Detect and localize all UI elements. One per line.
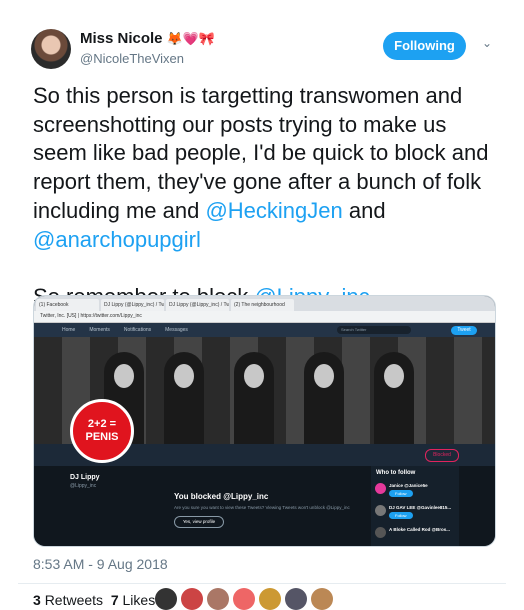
banner-figure xyxy=(374,352,414,447)
browser-tab: (1) Facebook xyxy=(36,299,99,311)
liker-avatar[interactable] xyxy=(233,588,255,610)
screenshot-search: Search Twitter xyxy=(337,326,411,334)
who-to-follow: Who to follow Janice @Janice5e Follow DJ… xyxy=(371,466,459,546)
blocked-subtitle: Are you sure you want to view these Twee… xyxy=(174,505,350,510)
suggestion-item: Janice @Janice5e Follow xyxy=(371,480,459,502)
tweet-timestamp[interactable]: 8:53 AM - 9 Aug 2018 xyxy=(33,556,168,572)
tweet-text-and: and xyxy=(342,197,386,223)
retweets-count[interactable]: 3 xyxy=(33,592,41,608)
nav-home: Home xyxy=(62,327,76,333)
liker-avatar[interactable] xyxy=(311,588,333,610)
browser-tab: DJ Lippy (@Lippy_inc) / Tw xyxy=(101,299,164,311)
banner-figure xyxy=(164,352,204,447)
tweet-text: So this person is targetting transwomen … xyxy=(33,82,503,312)
browser-tab: (2) The neighbourhood xyxy=(231,299,294,311)
suggestion-item: A Bloke Called Rod @Bros... xyxy=(371,524,459,546)
banner-figure xyxy=(234,352,274,447)
suggestion-name: DJ GAV LEE @Gavinlee815... xyxy=(389,505,452,510)
mention-anarchopupgirl[interactable]: @anarchopupgirl xyxy=(33,227,201,252)
author-handle[interactable]: @NicoleTheVixen xyxy=(80,51,184,66)
liker-avatar[interactable] xyxy=(207,588,229,610)
author-name[interactable]: Miss Nicole 🦊💗🎀 xyxy=(80,30,215,47)
liker-avatar[interactable] xyxy=(259,588,281,610)
author-avatar[interactable] xyxy=(31,29,71,69)
suggestion-name: Janice @Janice5e xyxy=(389,483,428,488)
tweet-image[interactable]: (1) Facebook DJ Lippy (@Lippy_inc) / Tw … xyxy=(33,295,496,547)
likes-count[interactable]: 7 xyxy=(111,592,119,608)
view-profile-button: Yes, view profile xyxy=(174,516,224,528)
banner-figure xyxy=(304,352,344,447)
tweet-stats: 3 Retweets 7 Likes xyxy=(33,592,155,608)
suggestion-name: A Bloke Called Rod @Bros... xyxy=(389,527,450,532)
profile-name: DJ Lippy xyxy=(70,474,100,481)
screenshot-tweet-button: Tweet xyxy=(451,325,477,335)
following-button[interactable]: Following xyxy=(383,32,466,60)
likers-avatars xyxy=(155,588,337,610)
author-emojis: 🦊💗🎀 xyxy=(166,31,216,46)
suggestion-avatar xyxy=(375,483,386,494)
liker-avatar[interactable] xyxy=(181,588,203,610)
browser-tabs: (1) Facebook DJ Lippy (@Lippy_inc) / Tw … xyxy=(34,296,495,311)
tweet-paragraph-1: So this person is targetting transwomen … xyxy=(33,82,503,254)
nav-moments: Moments xyxy=(89,327,110,333)
suggestion-avatar xyxy=(375,505,386,516)
suggestion-follow: Follow xyxy=(389,512,413,519)
likes-label[interactable]: Likes xyxy=(123,592,156,608)
nav-notifications: Notifications xyxy=(123,327,152,333)
profile-lower: DJ Lippy @Lippy_inc You blocked @Lippy_i… xyxy=(34,466,495,546)
profile-logo-text: 2+2 = PENIS xyxy=(85,418,119,443)
nav-messages: Messages xyxy=(165,327,188,333)
who-to-follow-title: Who to follow xyxy=(376,470,416,476)
suggestion-item: DJ GAV LEE @Gavinlee815... Follow xyxy=(371,502,459,524)
browser-address-bar: Twitter, Inc. [US] | https://twitter.com… xyxy=(34,311,495,323)
mention-heckingjen[interactable]: @HeckingJen xyxy=(205,198,342,223)
divider xyxy=(18,583,506,584)
blocked-title: You blocked @Lippy_inc xyxy=(174,492,269,501)
suggestion-follow: Follow xyxy=(389,490,413,497)
profile-handle: @Lippy_inc xyxy=(70,483,97,489)
browser-tab: DJ Lippy (@Lippy_inc) / Tw xyxy=(166,299,229,311)
profile-logo: 2+2 = PENIS xyxy=(70,399,134,463)
retweets-label[interactable]: Retweets xyxy=(45,592,103,608)
chevron-down-icon[interactable]: ⌄ xyxy=(482,36,492,50)
liker-avatar[interactable] xyxy=(155,588,177,610)
blocked-button: Blocked xyxy=(425,449,459,462)
screenshot-twitter-nav: Home Moments Notifications Messages Sear… xyxy=(34,323,495,337)
suggestion-avatar xyxy=(375,527,386,538)
liker-avatar[interactable] xyxy=(285,588,307,610)
author-name-text: Miss Nicole xyxy=(80,30,163,47)
